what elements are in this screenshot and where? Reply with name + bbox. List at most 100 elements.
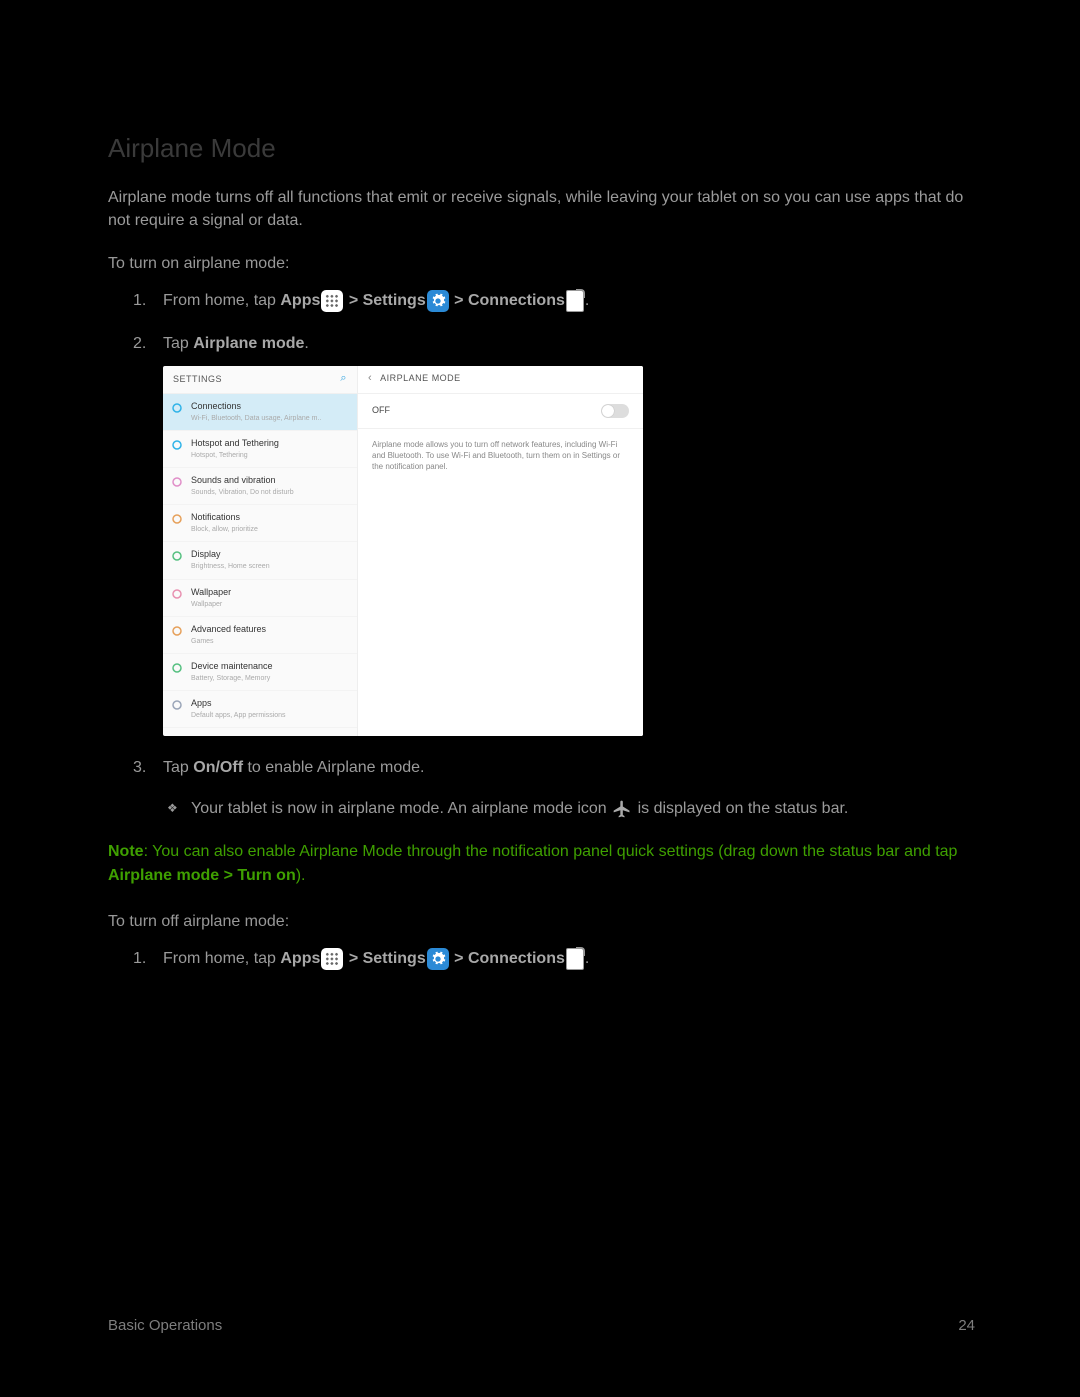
row-icon [171, 699, 183, 711]
step-3: 3. Tap On/Off to enable Airplane mode. ❖… [163, 756, 975, 820]
row-subtitle: Hotspot, Tethering [191, 451, 279, 461]
settings-row: DisplayBrightness, Home screen [163, 542, 357, 579]
step-num: 3. [133, 756, 146, 779]
settings-icon [427, 948, 449, 970]
step-num: 1. [133, 289, 146, 312]
row-title: Lock screen and security [191, 734, 291, 735]
row-icon [171, 476, 183, 488]
sep: > [344, 950, 362, 967]
step-suffix: . [585, 292, 589, 309]
airplane-panel: ‹AIRPLANE MODE OFF Airplane mode allows … [358, 366, 643, 736]
note-text-1: : You can also enable Airplane Mode thro… [144, 843, 958, 860]
settings-label: Settings [363, 950, 426, 967]
page-footer: Basic Operations 24 [108, 1315, 975, 1337]
apps-label: Apps [280, 292, 320, 309]
settings-row: Advanced featuresGames [163, 617, 357, 654]
row-subtitle: Wi-Fi, Bluetooth, Data usage, Airplane m… [191, 414, 321, 424]
step-1b: 1. From home, tap Apps > Settings > Conn… [163, 947, 975, 970]
row-title: Connections [191, 400, 321, 413]
row-title: Sounds and vibration [191, 474, 294, 487]
row-title: Notifications [191, 511, 258, 524]
settings-row: Device maintenanceBattery, Storage, Memo… [163, 654, 357, 691]
row-title: Device maintenance [191, 660, 273, 673]
step-num: 2. [133, 332, 146, 355]
settings-row: WallpaperWallpaper [163, 580, 357, 617]
step-text: Tap [163, 759, 193, 776]
off-label: OFF [372, 404, 390, 417]
step-1: 1. From home, tap Apps > Settings > Conn… [163, 289, 975, 312]
note-bold: Airplane mode > Turn on [108, 867, 296, 884]
step-2: 2. Tap Airplane mode. SETTINGS ⌕ Connect… [163, 332, 975, 735]
row-subtitle: Block, allow, prioritize [191, 525, 258, 535]
settings-row: AppsDefault apps, App permissions [163, 691, 357, 728]
airplane-title: AIRPLANE MODE [380, 373, 461, 383]
row-icon [171, 662, 183, 674]
onoff-label: On/Off [193, 759, 243, 776]
airplane-toggle-row: OFF [358, 394, 643, 429]
row-icon [171, 625, 183, 637]
apps-icon [321, 948, 343, 970]
sep: > [450, 292, 468, 309]
settings-label: Settings [363, 292, 426, 309]
settings-row: Lock screen and securityLock screen, Fin… [163, 728, 357, 735]
apps-icon [321, 290, 343, 312]
settings-title: SETTINGS [173, 373, 222, 386]
step-suffix: . [304, 335, 308, 352]
row-title: Apps [191, 697, 286, 710]
row-subtitle: Sounds, Vibration, Do not disturb [191, 488, 294, 498]
note-text-2: ). [296, 867, 306, 884]
sep: > [450, 950, 468, 967]
settings-screenshot: SETTINGS ⌕ ConnectionsWi-Fi, Bluetooth, … [163, 366, 643, 736]
row-subtitle: Games [191, 637, 266, 647]
settings-row: ConnectionsWi-Fi, Bluetooth, Data usage,… [163, 394, 357, 431]
footer-section: Basic Operations [108, 1315, 222, 1337]
row-icon [171, 513, 183, 525]
row-title: Advanced features [191, 623, 266, 636]
settings-sidebar: SETTINGS ⌕ ConnectionsWi-Fi, Bluetooth, … [163, 366, 358, 736]
row-subtitle: Brightness, Home screen [191, 562, 270, 572]
row-icon [171, 439, 183, 451]
intro-text: Airplane mode turns off all functions th… [108, 186, 975, 232]
row-icon [171, 402, 183, 414]
connections-label: Connections [468, 292, 565, 309]
row-icon [171, 588, 183, 600]
step-suffix: . [585, 950, 589, 967]
settings-icon [427, 290, 449, 312]
airplane-icon [612, 799, 632, 819]
settings-row: Sounds and vibrationSounds, Vibration, D… [163, 468, 357, 505]
row-subtitle: Battery, Storage, Memory [191, 674, 273, 684]
bullet-suffix: is displayed on the status bar. [633, 800, 848, 817]
step-num: 1. [133, 947, 146, 970]
turn-off-heading: To turn off airplane mode: [108, 910, 975, 933]
result-bullet: ❖ Your tablet is now in airplane mode. A… [163, 797, 975, 820]
search-icon: ⌕ [340, 371, 347, 387]
back-icon: ‹ [368, 372, 372, 384]
bullet-text: Your tablet is now in airplane mode. An … [191, 800, 611, 817]
connections-icon [566, 948, 584, 970]
step-suffix: to enable Airplane mode. [243, 759, 424, 776]
row-icon [171, 550, 183, 562]
step-text: From home, tap [163, 950, 280, 967]
note-label: Note [108, 843, 144, 860]
note-block: Note: You can also enable Airplane Mode … [108, 840, 975, 888]
row-title: Hotspot and Tethering [191, 437, 279, 450]
settings-row: Hotspot and TetheringHotspot, Tethering [163, 431, 357, 468]
footer-page: 24 [958, 1315, 975, 1337]
settings-header: SETTINGS ⌕ [163, 366, 357, 394]
toggle-switch [601, 404, 629, 418]
row-title: Wallpaper [191, 586, 231, 599]
row-subtitle: Wallpaper [191, 600, 231, 610]
connections-label: Connections [468, 950, 565, 967]
airplane-mode-label: Airplane mode [193, 335, 304, 352]
sep: > [344, 292, 362, 309]
diamond-bullet-icon: ❖ [167, 800, 178, 817]
row-title: Display [191, 548, 270, 561]
settings-row: NotificationsBlock, allow, prioritize [163, 505, 357, 542]
step-text: From home, tap [163, 292, 280, 309]
airplane-header: ‹ AIRPLANE MODE [358, 366, 643, 394]
row-subtitle: Default apps, App permissions [191, 711, 286, 721]
step-text: Tap [163, 335, 193, 352]
turn-on-heading: To turn on airplane mode: [108, 252, 975, 275]
connections-icon [566, 290, 584, 312]
apps-label: Apps [280, 950, 320, 967]
